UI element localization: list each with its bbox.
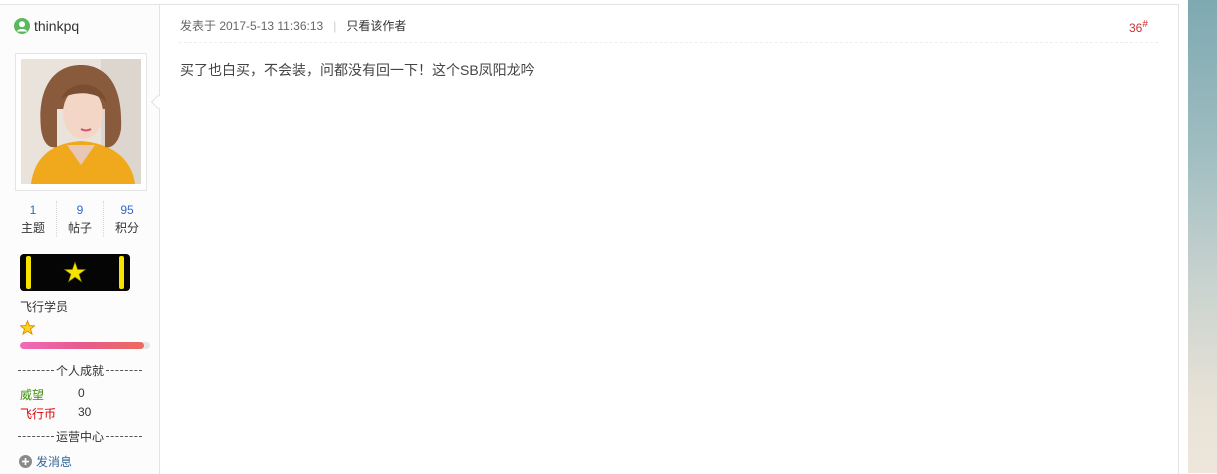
rank-title: 飞行学员 xyxy=(20,300,69,314)
post-meta: 发表于 2017-5-13 11:36:13 | 只看该作者 xyxy=(180,17,406,34)
only-author-link[interactable]: 只看该作者 xyxy=(346,17,406,34)
plus-circle-icon xyxy=(19,455,32,468)
avatar-pointer xyxy=(150,94,166,110)
post-header-divider xyxy=(179,42,1158,43)
author-name-row[interactable]: thinkpq xyxy=(14,16,79,36)
forum-post: thinkpq 1 主题 9 帖子 95 积分 飞行学员 个人成就 威望 0 飞… xyxy=(0,4,1179,474)
achievement-coins-value: 30 xyxy=(78,405,92,419)
user-online-icon xyxy=(14,18,30,34)
stat-posts-label: 帖子 xyxy=(67,221,92,235)
stat-posts-value[interactable]: 9 xyxy=(57,201,103,219)
stat-threads-value[interactable]: 1 xyxy=(10,201,56,219)
operations-header: 运营中心 xyxy=(18,428,143,445)
level-progress-bar xyxy=(20,342,150,349)
post-timestamp: 发表于 2017-5-13 11:36:13 xyxy=(180,19,324,33)
achievements-header: 个人成就 xyxy=(18,362,143,379)
stat-posts[interactable]: 9 帖子 xyxy=(56,201,103,237)
author-sidebar: thinkpq 1 主题 9 帖子 95 积分 飞行学员 个人成就 威望 0 飞… xyxy=(0,5,166,474)
level-star-icon xyxy=(20,320,35,335)
author-stats: 1 主题 9 帖子 95 积分 xyxy=(10,201,150,237)
author-name[interactable]: thinkpq xyxy=(34,18,79,34)
stat-threads-label: 主题 xyxy=(20,221,45,235)
level-progress-fill xyxy=(20,342,144,349)
achievement-coins: 飞行币 30 xyxy=(20,405,91,422)
avatar[interactable] xyxy=(15,53,147,191)
operations-header-label: 运营中心 xyxy=(56,430,105,444)
stat-points[interactable]: 95 积分 xyxy=(103,201,150,237)
stat-points-label: 积分 xyxy=(114,221,139,235)
floor-suffix: # xyxy=(1142,19,1148,30)
post-content: 买了也白买，不会装，问都没有回一下！这个SB凤阳龙吟 xyxy=(180,62,535,78)
stat-threads[interactable]: 1 主题 xyxy=(10,201,56,237)
achievement-prestige-value: 0 xyxy=(78,386,85,400)
achievement-prestige-label: 威望 xyxy=(20,388,45,402)
send-message-button[interactable]: 发消息 xyxy=(19,453,72,470)
rank-badge-icon xyxy=(20,254,130,291)
meta-separator: | xyxy=(333,18,337,33)
floor-number-link[interactable]: 36# xyxy=(1129,19,1148,35)
achievements-header-label: 个人成就 xyxy=(56,364,105,378)
stat-points-value[interactable]: 95 xyxy=(104,201,150,219)
achievement-prestige: 威望 0 xyxy=(20,386,85,403)
avatar-image xyxy=(21,59,141,184)
achievement-coins-label: 飞行币 xyxy=(20,407,57,421)
send-message-label[interactable]: 发消息 xyxy=(36,453,72,470)
page-background-strip xyxy=(1188,0,1217,473)
floor-number[interactable]: 36 xyxy=(1129,21,1142,35)
